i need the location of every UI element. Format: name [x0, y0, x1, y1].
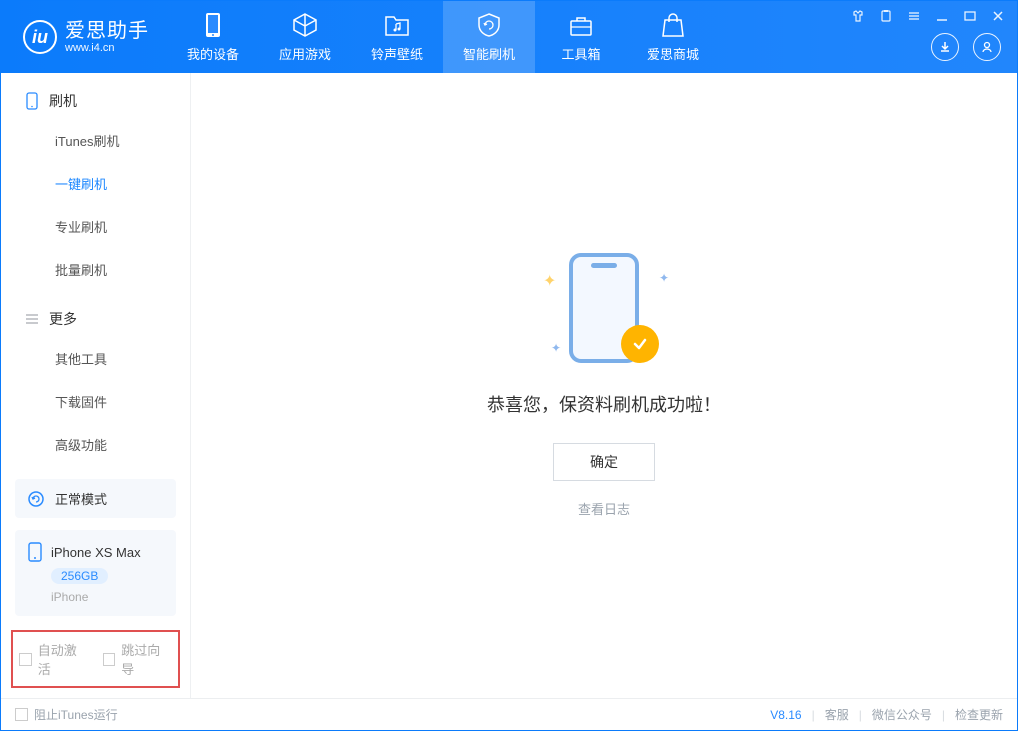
- success-illustration: ✦ ✦ ✦: [529, 253, 679, 373]
- version-label: V8.16: [770, 708, 801, 722]
- device-icon: [27, 542, 43, 562]
- toolbox-icon: [568, 12, 594, 38]
- sidebar-group-more: 更多: [1, 291, 190, 337]
- device-name: iPhone XS Max: [51, 545, 141, 560]
- sidebar-item-advanced[interactable]: 高级功能: [1, 423, 190, 466]
- bag-icon: [660, 12, 686, 38]
- shirt-icon[interactable]: [849, 7, 867, 25]
- footer: 阻止iTunes运行 V8.16 | 客服 | 微信公众号 | 检查更新: [1, 698, 1017, 730]
- close-button[interactable]: [989, 7, 1007, 25]
- checkbox-icon: [103, 653, 116, 666]
- sidebar-group-flash: 刷机: [1, 73, 190, 119]
- sparkle-icon: ✦: [659, 271, 669, 285]
- check-badge-icon: [621, 325, 659, 363]
- storage-badge: 256GB: [51, 568, 108, 584]
- checkbox-auto-activate[interactable]: 自动激活: [19, 640, 89, 678]
- view-log-link[interactable]: 查看日志: [578, 499, 630, 518]
- header: iu 爱思助手 www.i4.cn 我的设备 应用游戏 铃声壁纸 智能刷机 工具…: [1, 1, 1017, 73]
- sidebar-item-download-firmware[interactable]: 下载固件: [1, 380, 190, 423]
- footer-link-support[interactable]: 客服: [825, 706, 849, 723]
- ok-button[interactable]: 确定: [553, 443, 655, 481]
- logo[interactable]: iu 爱思助手 www.i4.cn: [1, 20, 167, 54]
- checkbox-skip-guide[interactable]: 跳过向导: [103, 640, 173, 678]
- phone-icon: [200, 12, 226, 38]
- minimize-button[interactable]: [933, 7, 951, 25]
- logo-icon: iu: [23, 20, 57, 54]
- checkbox-icon: [15, 708, 28, 721]
- app-title: 爱思助手: [65, 20, 149, 42]
- tab-ringtones[interactable]: 铃声壁纸: [351, 1, 443, 73]
- sparkle-icon: ✦: [551, 341, 561, 355]
- clipboard-icon[interactable]: [877, 7, 895, 25]
- user-button[interactable]: [973, 33, 1001, 61]
- tab-apps-games[interactable]: 应用游戏: [259, 1, 351, 73]
- sidebar-item-pro-flash[interactable]: 专业刷机: [1, 205, 190, 248]
- hamburger-icon: [25, 312, 39, 326]
- checkbox-block-itunes[interactable]: 阻止iTunes运行: [15, 706, 118, 723]
- maximize-button[interactable]: [961, 7, 979, 25]
- mode-label: 正常模式: [55, 489, 107, 508]
- sidebar: 刷机 iTunes刷机 一键刷机 专业刷机 批量刷机 更多 其他工具 下载固件 …: [1, 73, 191, 698]
- download-button[interactable]: [931, 33, 959, 61]
- app-subtitle: www.i4.cn: [65, 42, 149, 54]
- mode-card[interactable]: 正常模式: [15, 479, 176, 518]
- tab-store[interactable]: 爱思商城: [627, 1, 719, 73]
- device-card[interactable]: iPhone XS Max 256GB iPhone: [15, 530, 176, 616]
- shield-refresh-icon: [476, 12, 502, 38]
- tab-toolbox[interactable]: 工具箱: [535, 1, 627, 73]
- tab-my-device[interactable]: 我的设备: [167, 1, 259, 73]
- sidebar-item-other-tools[interactable]: 其他工具: [1, 337, 190, 380]
- footer-link-update[interactable]: 检查更新: [955, 706, 1003, 723]
- cube-icon: [292, 12, 318, 38]
- main-content: ✦ ✦ ✦ 恭喜您，保资料刷机成功啦！ 确定 查看日志: [191, 73, 1017, 698]
- footer-link-wechat[interactable]: 微信公众号: [872, 706, 932, 723]
- device-type: iPhone: [51, 590, 88, 604]
- sparkle-icon: ✦: [543, 271, 556, 291]
- window-controls: [849, 7, 1007, 25]
- checkbox-icon: [19, 653, 32, 666]
- tab-smart-flash[interactable]: 智能刷机: [443, 1, 535, 73]
- sidebar-item-itunes-flash[interactable]: iTunes刷机: [1, 119, 190, 162]
- nav-tabs: 我的设备 应用游戏 铃声壁纸 智能刷机 工具箱 爱思商城: [167, 1, 719, 73]
- menu-icon[interactable]: [905, 7, 923, 25]
- music-folder-icon: [384, 12, 410, 38]
- highlighted-options: 自动激活 跳过向导: [11, 630, 180, 688]
- header-actions: [931, 33, 1001, 61]
- success-message: 恭喜您，保资料刷机成功啦！: [487, 391, 721, 417]
- sidebar-item-batch-flash[interactable]: 批量刷机: [1, 248, 190, 291]
- sidebar-item-onekey-flash[interactable]: 一键刷机: [1, 162, 190, 205]
- refresh-icon: [27, 490, 45, 508]
- phone-outline-icon: [25, 92, 39, 110]
